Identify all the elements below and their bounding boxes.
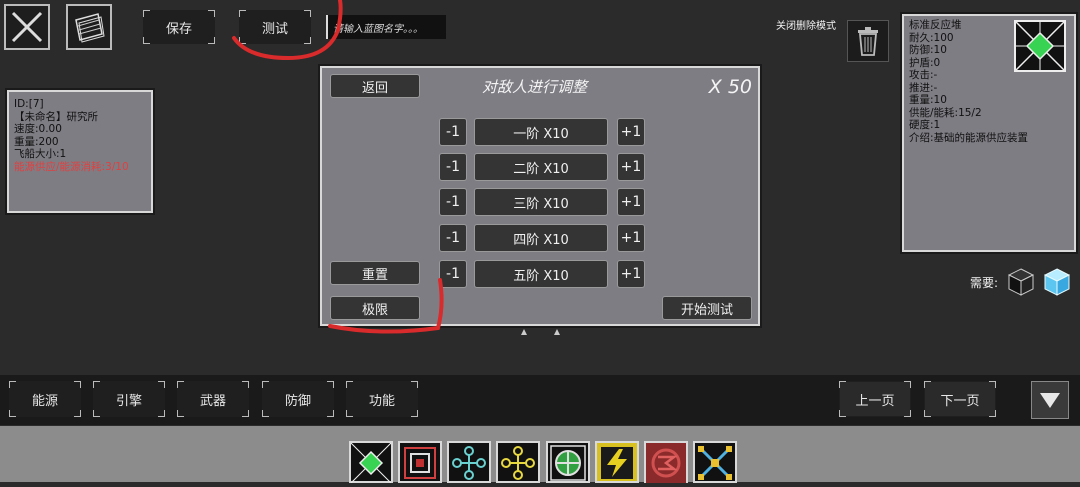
chevron-down-icon <box>1040 393 1060 408</box>
component-description: 介绍:基础的能源供应装置 <box>909 131 1029 144</box>
ship-info-line: ID:[7] <box>14 98 44 110</box>
category-tab-engine[interactable]: 引擎 <box>93 381 165 417</box>
category-tab-defense[interactable]: 防御 <box>262 381 334 417</box>
dialog-scroll-markers <box>521 329 560 335</box>
next-page-button[interactable]: 下一页 <box>924 381 996 417</box>
ship-info-line: 飞船大小:1 <box>14 148 67 160</box>
layers-icon-glyph <box>75 13 105 43</box>
back-button[interactable]: 返回 <box>330 74 420 98</box>
module-red-gear[interactable] <box>644 441 688 483</box>
tier-3-label: 三阶 X10 <box>474 188 608 216</box>
category-tab-label: 引擎 <box>115 393 142 409</box>
lightning-icon <box>601 447 633 479</box>
blue-cross-icon <box>698 446 732 480</box>
cyan-node-icon <box>452 446 486 480</box>
tier-1-label: 一阶 X10 <box>474 118 608 146</box>
save-button-label: 保存 <box>165 21 192 37</box>
collapse-toggle-button[interactable] <box>1031 381 1069 419</box>
save-button[interactable]: 保存 <box>143 10 215 44</box>
tier-4-plus-button[interactable]: +1 <box>617 224 645 252</box>
tier-3-minus-button[interactable]: -1 <box>439 188 467 216</box>
module-green-shield[interactable] <box>546 441 590 483</box>
component-info-panel: 标准反应堆 耐久:100 防御:10 护盾:0 攻击:- 推进:- 重量:10 … <box>900 12 1078 254</box>
module-lightning[interactable] <box>595 441 639 483</box>
tier-5-label: 五阶 X10 <box>474 260 608 288</box>
reactor-icon <box>350 442 392 484</box>
module-red-core[interactable] <box>398 441 442 483</box>
category-tab-energy[interactable]: 能源 <box>9 381 81 417</box>
tier-2-label: 二阶 X10 <box>474 153 608 181</box>
red-annotation-top <box>232 0 343 61</box>
ship-info-line: 【未命名】研究所 <box>14 110 98 123</box>
needs-label: 需要: <box>970 276 999 290</box>
component-stat: 硬度:1 <box>909 119 941 131</box>
category-tab-label: 武器 <box>199 393 226 409</box>
start-test-button-label: 开始测试 <box>680 302 733 318</box>
back-button-label: 返回 <box>361 80 388 96</box>
ice-cube-icon <box>1044 268 1070 296</box>
reactor-preview-icon <box>1014 20 1066 72</box>
red-annotation-limit <box>328 278 444 334</box>
category-tab-label: 功能 <box>368 393 395 409</box>
ship-info-line: 速度:0.00 <box>14 123 62 135</box>
yellow-node-icon <box>501 446 535 480</box>
module-cyan-node[interactable] <box>447 441 491 483</box>
close-icon[interactable] <box>4 4 50 50</box>
trash-icon[interactable] <box>847 20 889 62</box>
red-gear-icon <box>646 443 686 483</box>
category-tab-label: 防御 <box>284 393 311 409</box>
next-page-label: 下一页 <box>940 393 980 409</box>
module-blue-cross[interactable] <box>693 441 737 483</box>
green-shield-icon <box>550 445 586 481</box>
tier-4-label: 四阶 X10 <box>474 224 608 252</box>
energy-warning: 能源供应/能源消耗:3/10 <box>14 160 129 173</box>
module-reactor[interactable] <box>349 441 393 484</box>
tier-4-minus-button[interactable]: -1 <box>439 224 467 252</box>
tier-3-plus-button[interactable]: +1 <box>617 188 645 216</box>
component-stat: 重量:10 <box>909 94 947 106</box>
prev-page-button[interactable]: 上一页 <box>839 381 911 417</box>
multiplier-label: X 50 <box>708 76 752 98</box>
component-stat: 推进:- <box>909 81 938 94</box>
tier-1-minus-button[interactable]: -1 <box>439 118 467 146</box>
delete-mode-label: 关闭删除模式 <box>776 21 836 32</box>
layers-icon[interactable] <box>66 4 112 50</box>
trash-icon-glyph <box>858 27 878 56</box>
tier-1-plus-button[interactable]: +1 <box>617 118 645 146</box>
dialog-title: 对敌人进行调整 <box>482 78 588 96</box>
black-cube-icon <box>1008 268 1034 296</box>
close-icon-glyph <box>11 11 43 43</box>
prev-page-label: 上一页 <box>855 393 895 409</box>
red-core-icon <box>404 447 436 479</box>
module-yellow-node[interactable] <box>496 441 540 483</box>
category-tab-function[interactable]: 功能 <box>346 381 418 417</box>
tier-2-minus-button[interactable]: -1 <box>439 153 467 181</box>
category-tab-label: 能源 <box>31 393 58 409</box>
ship-info-line: 重量:200 <box>14 135 59 148</box>
start-test-button[interactable]: 开始测试 <box>662 296 752 320</box>
tier-2-plus-button[interactable]: +1 <box>617 153 645 181</box>
tier-5-plus-button[interactable]: +1 <box>617 260 645 288</box>
reactor-glyph <box>1015 21 1065 71</box>
category-tab-weapon[interactable]: 武器 <box>177 381 249 417</box>
module-strip <box>0 426 1080 482</box>
ship-info-panel: ID:[7] 【未命名】研究所 速度:0.00 重量:200 飞船大小:1 能源… <box>5 88 155 215</box>
component-stat: 供能/能耗:15/2 <box>909 106 982 119</box>
